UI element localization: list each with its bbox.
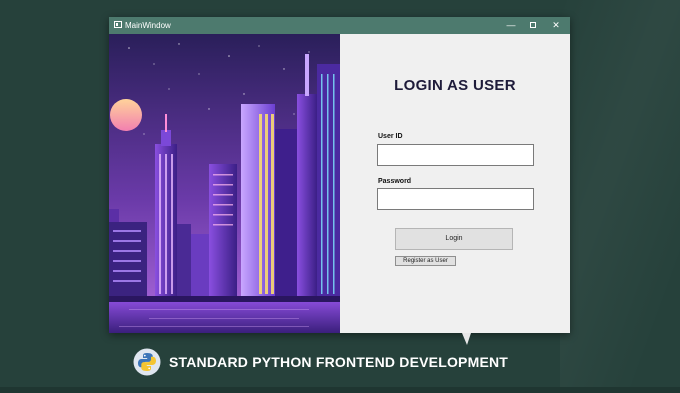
- main-window: MainWindow — ✕ LOGIN AS USER User ID Pas…: [109, 17, 570, 333]
- city-skyline-image: [109, 34, 340, 333]
- user-id-label: User ID: [378, 133, 403, 140]
- login-heading: LOGIN AS USER: [394, 77, 516, 94]
- login-button[interactable]: Login: [395, 228, 513, 250]
- minimize-button[interactable]: —: [501, 19, 521, 32]
- user-id-input[interactable]: [377, 144, 534, 166]
- background-edge: [0, 387, 680, 393]
- window-title: MainWindow: [125, 21, 171, 30]
- maximize-button[interactable]: [523, 19, 543, 32]
- app-window-icon: [114, 21, 122, 28]
- banner-text: STANDARD PYTHON FRONTEND DEVELOPMENT: [169, 354, 509, 370]
- moon: [110, 99, 142, 131]
- title-bar[interactable]: MainWindow — ✕: [109, 17, 570, 34]
- close-button[interactable]: ✕: [546, 19, 566, 32]
- register-button[interactable]: Register as User: [395, 256, 456, 266]
- city-illustration: [109, 34, 340, 333]
- password-label: Password: [378, 178, 412, 185]
- password-input[interactable]: [377, 188, 534, 210]
- maximize-icon: [530, 21, 536, 28]
- banner: STANDARD PYTHON FRONTEND DEVELOPMENT: [0, 345, 680, 379]
- login-panel: LOGIN AS USER User ID Password Login Reg…: [340, 34, 570, 333]
- background-decoration: [560, 0, 680, 393]
- python-logo-icon: [133, 348, 161, 381]
- speech-pointer: [462, 333, 471, 345]
